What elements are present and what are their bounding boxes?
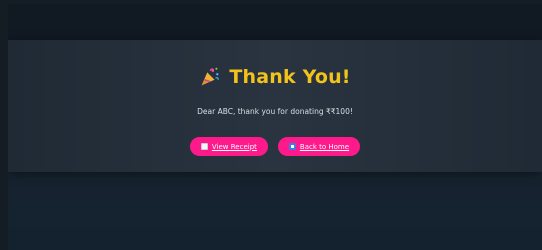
donation-message: Dear ABC, thank you for donating ₹₹100!: [197, 107, 353, 116]
back-to-home-button[interactable]: Back to Home: [277, 137, 361, 156]
top-band: [8, 4, 542, 40]
view-receipt-label: View Receipt: [211, 142, 257, 151]
view-receipt-button[interactable]: View Receipt: [189, 137, 268, 156]
page-frame: Thank You! Dear ABC, thank you for donat…: [8, 4, 542, 250]
thank-you-card: Thank You! Dear ABC, thank you for donat…: [8, 40, 542, 172]
party-popper-icon: [202, 67, 220, 86]
page-title: Thank You!: [229, 66, 351, 88]
title-row: Thank You!: [8, 66, 542, 88]
action-buttons: View Receipt Back to Home: [8, 137, 542, 156]
home-icon: [288, 143, 296, 150]
back-to-home-label: Back to Home: [299, 142, 350, 151]
receipt-icon: [200, 143, 208, 150]
